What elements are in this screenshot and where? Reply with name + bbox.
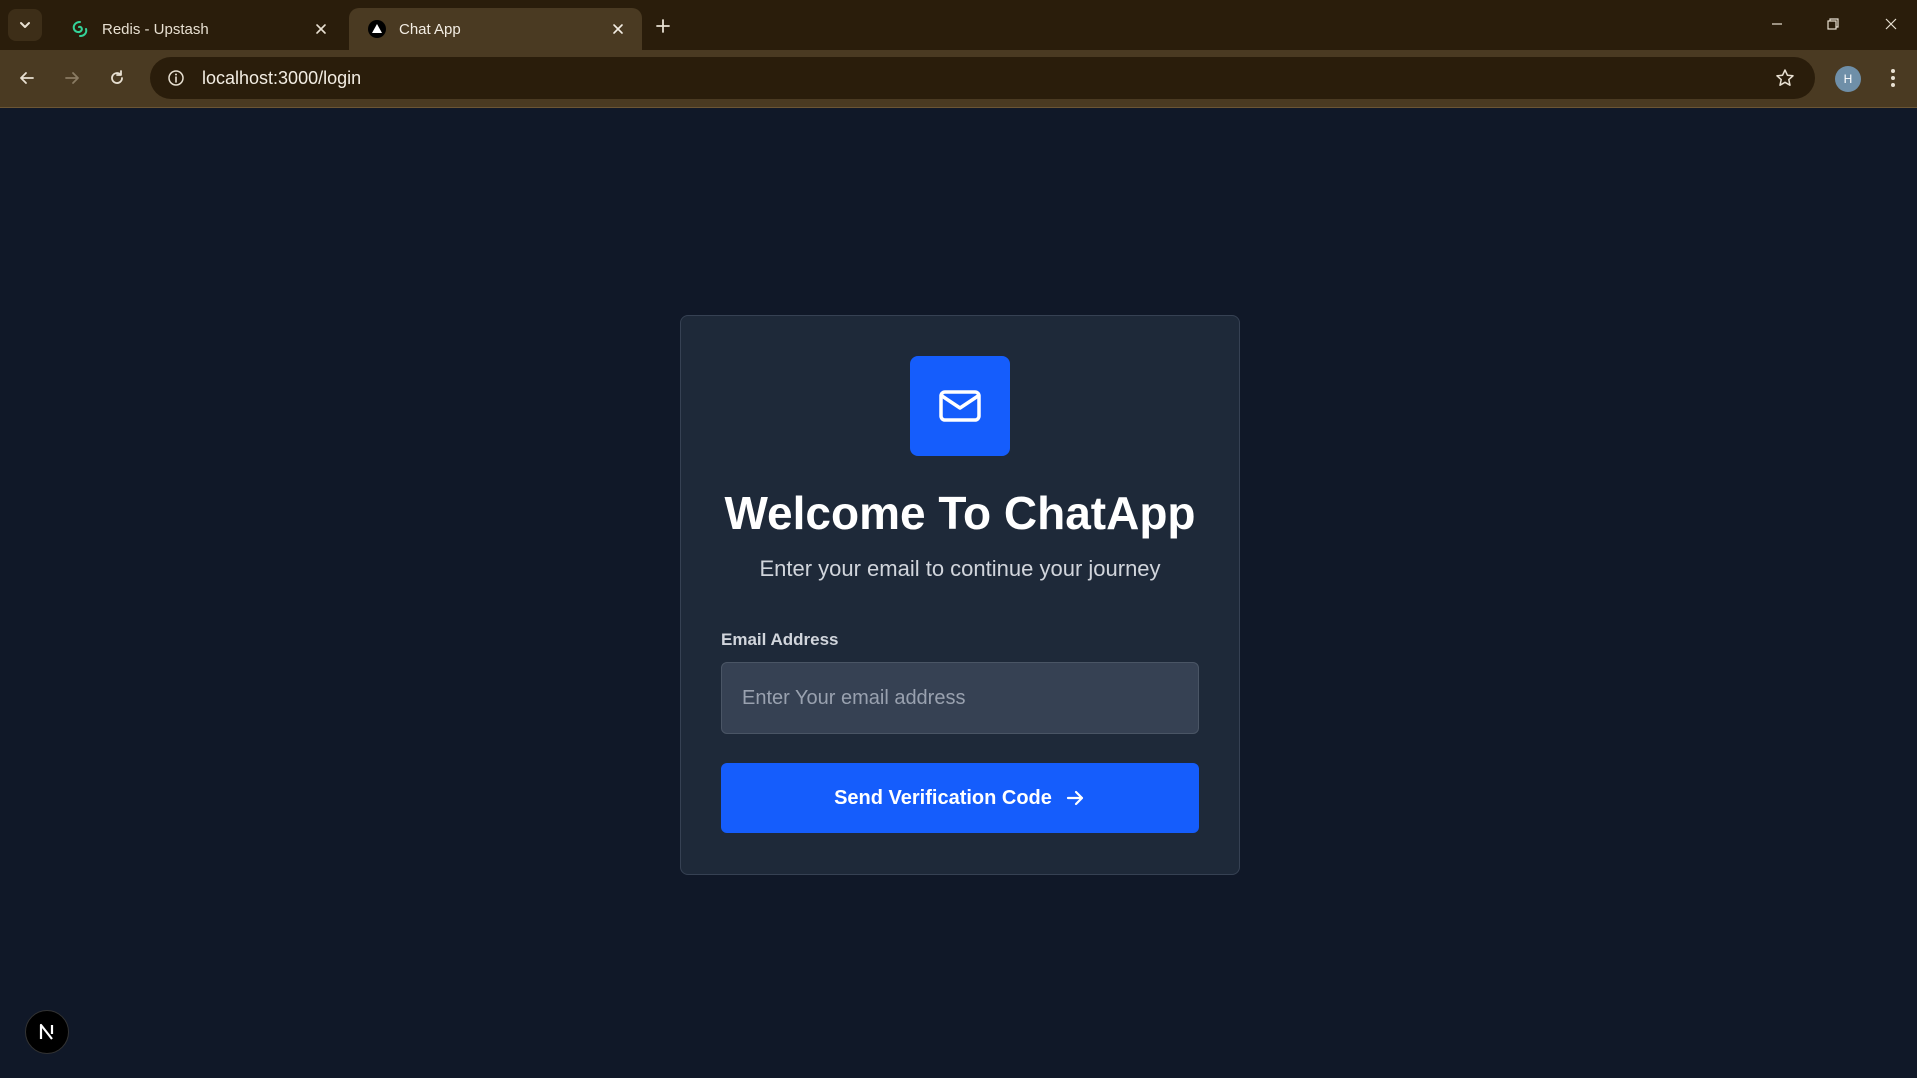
browser-toolbar: localhost:3000/login H: [0, 50, 1917, 108]
close-tab-icon[interactable]: [606, 17, 630, 41]
upstash-icon: [70, 19, 90, 39]
tab-chat-app[interactable]: Chat App: [349, 8, 642, 50]
page-subtitle: Enter your email to continue your journe…: [759, 556, 1161, 581]
browser-tab-strip: Redis - Upstash Chat App: [0, 0, 1917, 50]
site-info-icon[interactable]: [154, 57, 198, 99]
restore-button[interactable]: [1809, 6, 1857, 42]
tab-title: Redis - Upstash: [102, 20, 209, 38]
mail-icon-badge: [910, 356, 1010, 456]
close-tab-icon[interactable]: [309, 17, 333, 41]
forward-button[interactable]: [55, 61, 89, 95]
vercel-triangle-icon: [367, 19, 387, 39]
restore-icon: [1827, 18, 1839, 30]
email-input[interactable]: [721, 662, 1199, 734]
arrow-left-icon: [20, 72, 34, 84]
reload-button[interactable]: [100, 61, 134, 95]
close-window-button[interactable]: [1867, 6, 1915, 42]
address-bar[interactable]: localhost:3000/login: [150, 57, 1815, 99]
tab-search-button[interactable]: [8, 9, 42, 41]
login-card: Welcome To ChatApp Enter your email to c…: [680, 315, 1240, 875]
mail-icon: [939, 390, 981, 422]
nextjs-logo-icon: [39, 1023, 54, 1040]
chevron-down-icon: [20, 22, 30, 28]
tab-redis-upstash[interactable]: Redis - Upstash: [52, 8, 345, 50]
plus-icon: [656, 19, 670, 33]
arrow-right-icon: [65, 72, 79, 84]
back-button[interactable]: [10, 61, 44, 95]
nextjs-dev-badge[interactable]: [25, 1010, 69, 1054]
tab-title: Chat App: [399, 20, 461, 38]
page-title: Welcome To ChatApp: [724, 487, 1196, 539]
close-icon: [1885, 18, 1897, 30]
minimize-button[interactable]: [1753, 6, 1801, 42]
minimize-icon: [1772, 23, 1782, 25]
arrow-right-icon: [1066, 790, 1084, 806]
email-label: Email Address: [721, 630, 839, 649]
kebab-menu-icon: [1891, 69, 1895, 87]
profile-avatar[interactable]: H: [1835, 66, 1861, 92]
send-verification-code-button[interactable]: Send Verification Code: [721, 763, 1199, 833]
send-button-label: Send Verification Code: [834, 786, 1052, 809]
url-text: localhost:3000/login: [202, 67, 362, 88]
browser-menu-button[interactable]: [1876, 61, 1910, 95]
reload-icon: [111, 70, 123, 84]
bookmark-star-icon[interactable]: [1765, 57, 1805, 99]
new-tab-button[interactable]: [648, 11, 678, 41]
